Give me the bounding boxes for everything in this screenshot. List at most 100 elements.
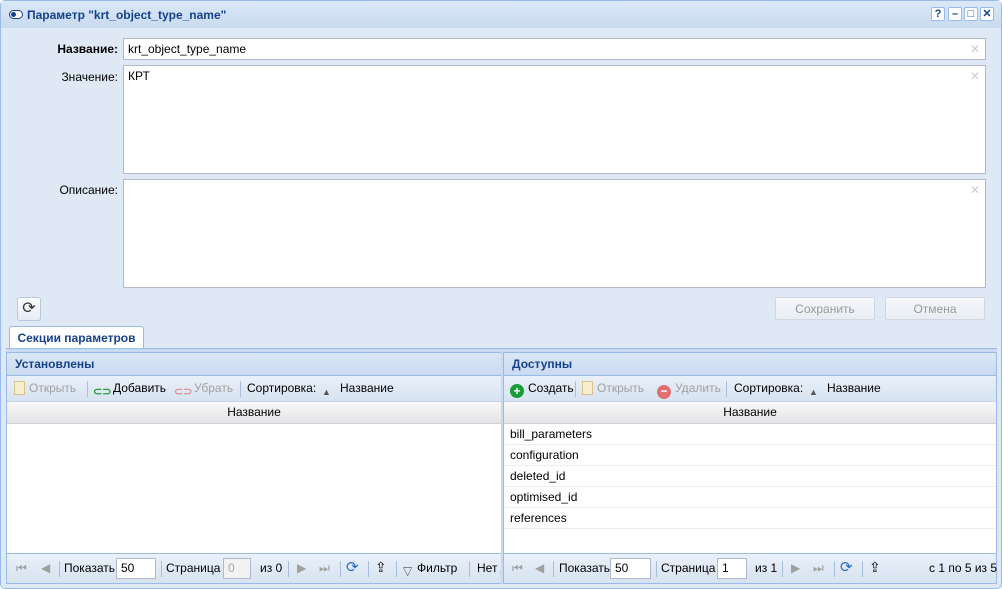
list-item[interactable]: configuration	[504, 445, 996, 466]
installed-page-size-input[interactable]: 50	[116, 558, 156, 579]
installed-sort-field-label: Название	[340, 381, 394, 395]
filter-button[interactable]: ▽ Фильтр	[403, 561, 457, 578]
paging-separator	[656, 561, 657, 577]
prev-page-icon[interactable]: ◀	[41, 561, 50, 575]
paging-separator	[553, 561, 554, 577]
remove-label: Убрать	[194, 381, 234, 395]
window-titlebar[interactable]: Параметр "krt_object_type_name" ? – □ ✕	[1, 1, 1001, 28]
installed-page-count: из 0	[260, 561, 283, 575]
available-range-text: с 1 по 5 из 5	[929, 561, 998, 575]
help-button[interactable]: ?	[931, 7, 945, 21]
description-field[interactable]: ✕	[123, 179, 986, 288]
available-panel-title: Доступны	[504, 353, 996, 376]
parameter-icon	[9, 10, 23, 19]
refresh-button[interactable]: ⟳	[17, 297, 41, 321]
installed-page-input[interactable]: 0	[223, 558, 251, 579]
toolbar-separator	[240, 381, 241, 397]
clear-name-icon[interactable]: ✕	[970, 42, 980, 56]
delete-button[interactable]: − Удалить	[657, 381, 721, 399]
first-page-icon[interactable]: ⏮	[512, 561, 523, 576]
plus-circle-icon: +	[510, 384, 524, 398]
available-rows: bill_parameters configuration deleted_id…	[504, 424, 996, 529]
sort-asc-icon: ▲	[809, 387, 818, 397]
cancel-button[interactable]: Отмена	[885, 297, 985, 320]
list-item[interactable]: bill_parameters	[504, 424, 996, 445]
available-page-size-input[interactable]: 50	[610, 558, 651, 579]
refresh-icon: ⟳	[22, 300, 36, 317]
maximize-button[interactable]: □	[964, 7, 978, 21]
toolbar-separator	[726, 381, 727, 397]
name-label: Название:	[57, 42, 118, 56]
installed-paging-bar: ⏮ ◀ Показать 50 Страница 0 из 0 ▶ ⏭ ⟳ ⇪ …	[7, 553, 501, 583]
toolbar-separator	[575, 381, 576, 397]
value-label: Значение:	[61, 70, 118, 84]
list-item[interactable]: references	[504, 508, 996, 529]
description-label: Описание:	[59, 183, 118, 197]
list-item[interactable]: deleted_id	[504, 466, 996, 487]
close-button[interactable]: ✕	[980, 7, 994, 21]
save-button[interactable]: Сохранить	[775, 297, 875, 320]
installed-sort-label: Сортировка:	[247, 381, 317, 395]
last-page-icon[interactable]: ⏭	[319, 561, 330, 576]
installed-page-label: Страница	[166, 561, 221, 575]
available-show-label: Показать	[559, 561, 611, 575]
reload-icon[interactable]: ⟳	[840, 558, 853, 576]
available-open-label: Открыть	[597, 381, 645, 395]
value-field[interactable]: КРТ ✕	[123, 65, 986, 174]
available-column-header[interactable]: Название	[504, 402, 996, 424]
clear-value-icon[interactable]: ✕	[970, 69, 980, 83]
delete-label: Удалить	[675, 381, 721, 395]
remove-button[interactable]: ⊂⊃ Убрать	[174, 381, 233, 399]
installed-sort-field[interactable]: ▲ Название	[322, 381, 394, 401]
document-icon	[14, 381, 25, 395]
tab-parameter-sections[interactable]: Секции параметров	[9, 326, 144, 349]
installed-panel-title: Установлены	[7, 353, 501, 376]
installed-open-button[interactable]: Открыть	[14, 381, 76, 395]
available-page-count: из 1	[755, 561, 778, 575]
export-icon[interactable]: ⇪	[869, 559, 881, 576]
paging-separator	[862, 561, 863, 577]
paging-separator	[834, 561, 835, 577]
available-open-button[interactable]: Открыть	[582, 381, 644, 395]
document-icon	[582, 381, 593, 395]
create-label: Создать	[528, 381, 574, 395]
filter-label: Фильтр	[417, 561, 458, 575]
installed-open-label: Открыть	[29, 381, 77, 395]
funnel-icon: ▽	[403, 564, 413, 578]
available-page-input[interactable]: 1	[717, 558, 747, 579]
name-value: krt_object_type_name	[128, 42, 247, 56]
installed-empty-text: Нет д	[477, 561, 501, 575]
prev-page-icon[interactable]: ◀	[535, 561, 544, 575]
paging-separator	[368, 561, 369, 577]
paging-separator	[782, 561, 783, 577]
installed-show-label: Показать	[64, 561, 116, 575]
paging-separator	[161, 561, 162, 577]
toolbar-separator	[87, 381, 88, 397]
reload-icon[interactable]: ⟳	[346, 558, 359, 576]
clear-description-icon[interactable]: ✕	[970, 183, 980, 197]
available-sort-field[interactable]: ▲ Название	[809, 381, 881, 401]
minus-circle-icon: −	[657, 385, 671, 399]
create-button[interactable]: + Создать	[510, 381, 574, 398]
link-icon: ⊂⊃	[93, 386, 112, 398]
name-field[interactable]: krt_object_type_name ✕	[123, 38, 986, 60]
paging-separator	[469, 561, 470, 577]
minimize-button[interactable]: –	[948, 7, 962, 21]
list-item[interactable]: optimised_id	[504, 487, 996, 508]
installed-column-header[interactable]: Название	[7, 402, 501, 424]
next-page-icon[interactable]: ▶	[297, 561, 306, 575]
export-icon[interactable]: ⇪	[375, 559, 387, 576]
add-button[interactable]: ⊂⊃ Добавить	[93, 381, 166, 399]
sort-asc-icon: ▲	[322, 387, 331, 397]
available-panel: Доступны + Создать Открыть − Удалить Сорти…	[503, 352, 997, 584]
available-page-label: Страница	[661, 561, 716, 575]
next-page-icon[interactable]: ▶	[791, 561, 800, 575]
available-toolbar: + Создать Открыть − Удалить Сортировка: ▲ Н…	[504, 376, 996, 402]
paging-separator	[288, 561, 289, 577]
parameter-window: Параметр "krt_object_type_name" ? – □ ✕ …	[0, 0, 1002, 589]
last-page-icon[interactable]: ⏭	[813, 561, 824, 576]
first-page-icon[interactable]: ⏮	[16, 561, 27, 576]
available-sort-label: Сортировка:	[734, 381, 804, 395]
available-sort-field-label: Название	[827, 381, 881, 395]
available-paging-bar: ⏮ ◀ Показать 50 Страница 1 из 1 ▶ ⏭ ⟳ ⇪ …	[504, 553, 998, 583]
